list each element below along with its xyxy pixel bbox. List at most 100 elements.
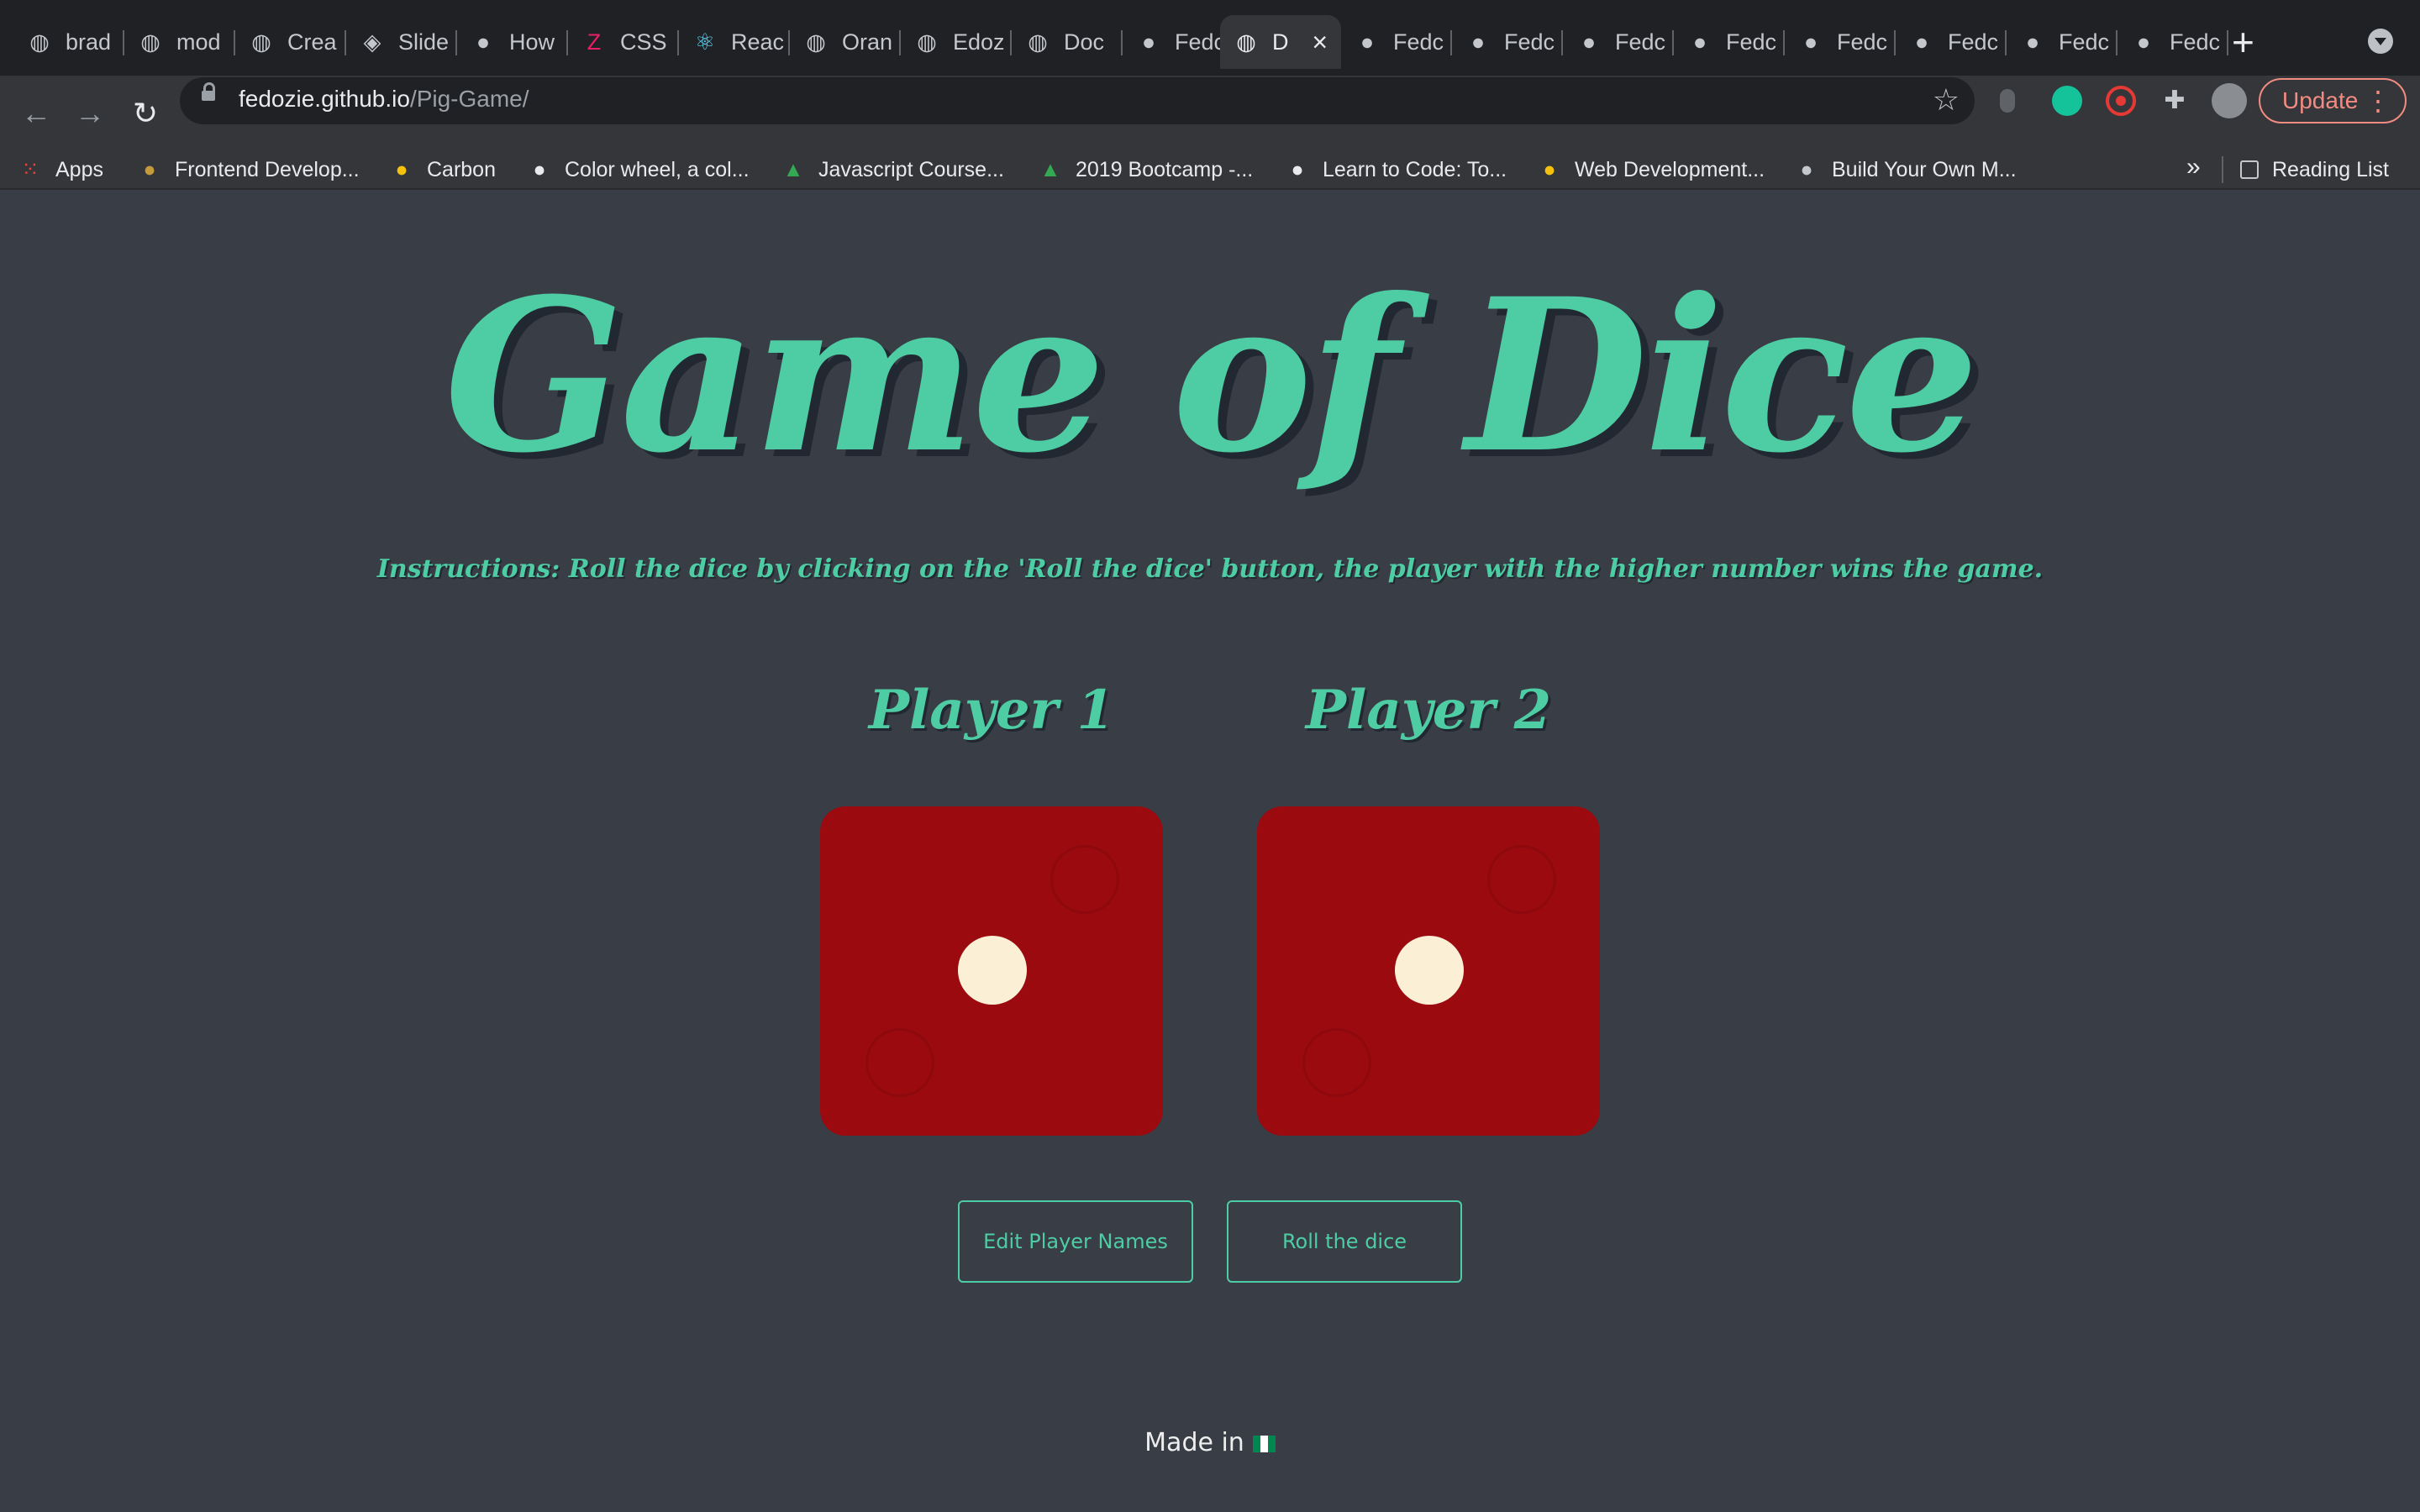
footer: Made in bbox=[0, 1428, 2420, 1457]
bookmark-item[interactable]: ⁙ Apps bbox=[18, 151, 103, 188]
browser-tab[interactable]: ◍ Edoz bbox=[901, 15, 1012, 69]
lock-icon bbox=[202, 82, 215, 101]
player-2-name: Player 2 bbox=[1305, 679, 1552, 742]
browser-tab[interactable]: ● Fedc bbox=[1674, 15, 1785, 69]
address-bar[interactable]: fedozie.github.io/Pig-Game/ ☆ bbox=[180, 77, 1975, 124]
github-icon: ● bbox=[2136, 29, 2151, 55]
browser-tab-label: How bbox=[509, 29, 555, 55]
bookmark-item[interactable]: ● Color wheel, a col... bbox=[528, 151, 750, 188]
new-tab-button[interactable]: + bbox=[2232, 18, 2254, 66]
browser-tab[interactable]: ◍ Doc bbox=[1012, 15, 1123, 69]
color-wheel-icon: ● bbox=[533, 157, 546, 181]
forward-button[interactable]: → bbox=[71, 94, 109, 133]
die-pip bbox=[958, 936, 1027, 1005]
browser-tab-label: Fedc bbox=[1726, 29, 1777, 55]
globe-icon: ◍ bbox=[1028, 29, 1048, 55]
reading-list-button[interactable]: Reading List bbox=[2240, 151, 2389, 188]
bookmark-label: Build Your Own M... bbox=[1832, 157, 2017, 181]
edit-player-names-button[interactable]: Edit Player Names bbox=[958, 1200, 1193, 1283]
browser-tab[interactable]: ● Fedc bbox=[1341, 15, 1452, 69]
browser-tab[interactable]: ● Fedc bbox=[1563, 15, 1674, 69]
bookmark-item[interactable]: ● Carbon bbox=[390, 151, 496, 188]
code-icon: ● bbox=[1291, 157, 1304, 181]
z-icon: Z bbox=[587, 29, 602, 55]
bookmark-star-icon[interactable]: ☆ bbox=[1933, 82, 1960, 118]
browser-tab[interactable]: ● Fedc bbox=[1452, 15, 1563, 69]
browser-tab[interactable]: ● Fedc bbox=[1123, 15, 1228, 69]
browser-tab-label: Fedc bbox=[2059, 29, 2110, 55]
browser-tab[interactable]: ◍ mod bbox=[124, 15, 235, 69]
roll-dice-button[interactable]: Roll the dice bbox=[1227, 1200, 1462, 1283]
extensions-puzzle-icon[interactable]: ✚ bbox=[2160, 86, 2190, 116]
back-button[interactable]: ← bbox=[17, 94, 55, 133]
die-pip-placeholder bbox=[1050, 845, 1119, 914]
bookmark-item[interactable]: ● Build Your Own M... bbox=[1795, 151, 2017, 188]
avatar-icon: ● bbox=[476, 29, 491, 55]
browser-tab-label: Fedc bbox=[1393, 29, 1444, 55]
reload-button[interactable]: ↻ bbox=[126, 94, 165, 133]
bookmark-item[interactable]: ▲ Javascript Course... bbox=[781, 151, 1004, 188]
bookmark-label: Learn to Code: To... bbox=[1323, 157, 1507, 181]
bee-icon: ● bbox=[1543, 157, 1556, 181]
browser-tab[interactable]: ◍ Oran bbox=[790, 15, 901, 69]
github-icon: ● bbox=[1914, 29, 1929, 55]
die-pip-placeholder bbox=[1302, 1028, 1371, 1097]
github-icon: ● bbox=[1692, 29, 1707, 55]
browser-tab-label: D bbox=[1272, 29, 1289, 55]
bookmark-label: Color wheel, a col... bbox=[565, 157, 750, 181]
browser-tab-label: CSS bbox=[620, 29, 667, 55]
url-text: fedozie.github.io/Pig-Game/ bbox=[239, 86, 529, 112]
browser-tab[interactable]: ◍ Crea bbox=[235, 15, 346, 69]
globe-icon: ◍ bbox=[917, 29, 937, 55]
browser-tab-strip: ◍ brad ◍ mod ◍ Crea ◈ Slide ● How Z CSS ⚛ Reac ◍ Oran ◍ E… bbox=[0, 0, 2420, 76]
bookmarks-overflow-button[interactable]: » bbox=[2186, 153, 2201, 181]
footer-text: Made in bbox=[1144, 1428, 1244, 1457]
apps-grid-icon: ⁙ bbox=[21, 158, 39, 181]
browser-tab[interactable]: ⚛ Reac bbox=[679, 15, 790, 69]
bookmark-label: Frontend Develop... bbox=[175, 157, 360, 181]
globe-icon: ◍ bbox=[1236, 29, 1256, 55]
globe-icon: ◍ bbox=[140, 29, 160, 55]
browser-tab[interactable]: ◍ brad bbox=[13, 15, 124, 69]
die-pip-placeholder bbox=[865, 1028, 934, 1097]
close-tab-icon[interactable]: × bbox=[1312, 27, 1328, 58]
github-icon: ● bbox=[1141, 29, 1156, 55]
browser-tab[interactable]: ● How bbox=[457, 15, 568, 69]
bookmark-label: Carbon bbox=[427, 157, 496, 181]
bookmark-item[interactable]: ● Web Development... bbox=[1538, 151, 1765, 188]
bookmark-item[interactable]: ● Learn to Code: To... bbox=[1286, 151, 1507, 188]
github-icon: ● bbox=[2025, 29, 2040, 55]
player-2-die bbox=[1257, 806, 1600, 1136]
update-button[interactable]: Update ⋮ bbox=[2259, 78, 2407, 123]
bookmark-item[interactable]: ▲ 2019 Bootcamp -... bbox=[1039, 151, 1254, 188]
browser-tab[interactable]: Z CSS bbox=[568, 15, 679, 69]
grammarly-icon[interactable] bbox=[2052, 86, 2082, 116]
browser-tab-label: Doc bbox=[1064, 29, 1105, 55]
die-pip-placeholder bbox=[1487, 845, 1556, 914]
bookmark-label: Apps bbox=[55, 157, 103, 181]
codepen-icon: ◈ bbox=[363, 29, 381, 55]
carbon-icon: ● bbox=[395, 157, 408, 181]
record-icon[interactable] bbox=[2106, 86, 2136, 116]
browser-tab[interactable]: ◍ D × bbox=[1220, 15, 1341, 69]
extension-icon[interactable] bbox=[2000, 89, 2015, 113]
player-1-die bbox=[820, 806, 1163, 1136]
browser-tab-label: Slide bbox=[398, 29, 450, 55]
browser-tab[interactable]: ● Fedc bbox=[2118, 15, 2228, 69]
browser-tab[interactable]: ◈ Slide bbox=[346, 15, 457, 69]
profile-avatar[interactable] bbox=[2212, 83, 2247, 118]
globe-icon: ● bbox=[1800, 157, 1813, 181]
browser-tab-label: Reac bbox=[731, 29, 785, 55]
bookmark-item[interactable]: ● Frontend Develop... bbox=[138, 151, 360, 188]
tab-search-icon[interactable] bbox=[2368, 29, 2393, 54]
page-title: Game of Dice bbox=[444, 252, 1979, 499]
browser-tab[interactable]: ● Fedc bbox=[1896, 15, 2007, 69]
google-drive-icon: ▲ bbox=[1039, 157, 1061, 181]
instructions-text: Instructions: Roll the dice by clicking … bbox=[376, 554, 2044, 584]
graduation-cap-icon: ● bbox=[143, 157, 156, 181]
browser-tab[interactable]: ● Fedc bbox=[2007, 15, 2118, 69]
browser-tab[interactable]: ● Fedc bbox=[1785, 15, 1896, 69]
browser-tab-label: Fedc bbox=[1504, 29, 1555, 55]
browser-tab-label: mod bbox=[176, 29, 221, 55]
bookmark-label: 2019 Bootcamp -... bbox=[1076, 157, 1254, 181]
